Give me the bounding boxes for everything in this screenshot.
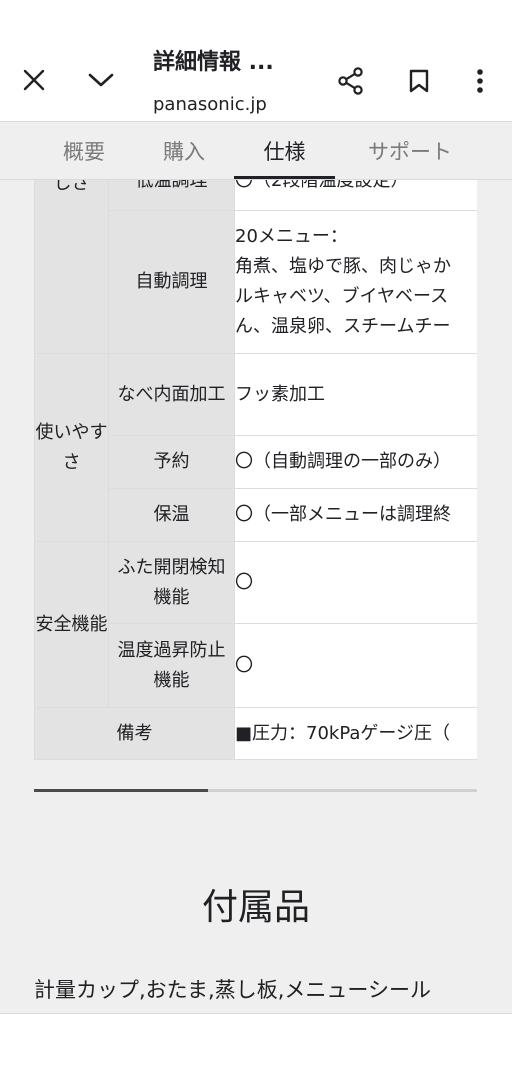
- value-cell: 〇: [234, 623, 477, 708]
- table-row: 備考 ■圧力：70kPaゲージ圧（: [34, 707, 477, 760]
- app-bar: 詳細情報 ... panasonic.jp: [0, 0, 512, 121]
- section-tabs: 概要 購入 仕様 サポート: [0, 121, 512, 180]
- spec-table: しさ 低温調理 〇（2段階温度設定） 自動調理 20メニュー： 角煮、塩ゆで豚、…: [34, 180, 477, 760]
- expand-button[interactable]: [84, 64, 118, 96]
- share-icon: [338, 67, 363, 95]
- spec-table-scroll[interactable]: しさ 低温調理 〇（2段階温度設定） 自動調理 20メニュー： 角煮、塩ゆで豚、…: [34, 180, 477, 761]
- table-row: 使いやすさ なべ内面加工 フッ素加工: [34, 353, 477, 542]
- value-cell: ■圧力：70kPaゲージ圧（: [234, 707, 477, 760]
- tab-overview[interactable]: 概要: [40, 122, 128, 180]
- chevron-down-icon: [88, 73, 114, 87]
- value-cell: フッ素加工: [234, 353, 477, 436]
- close-icon: [23, 69, 45, 91]
- accessories-heading: 付属品: [201, 887, 310, 928]
- value-cell: 20メニュー： 角煮、塩ゆで豚、肉じゃか ルキャベツ、ブイヤベース ん、温泉卵、…: [234, 210, 477, 354]
- table-scrollbar[interactable]: [34, 789, 477, 792]
- bookmark-icon: [409, 69, 429, 93]
- item-cell: 予約: [108, 435, 235, 489]
- tab-specs[interactable]: 仕様: [234, 122, 335, 180]
- value-cell: 〇: [234, 541, 477, 624]
- share-button[interactable]: [334, 64, 368, 98]
- page-footer-area: [0, 1013, 512, 1080]
- item-cell: 保温: [108, 488, 235, 542]
- item-cell: ふた開閉検知機能: [108, 541, 235, 624]
- active-tab-indicator: [234, 176, 335, 179]
- item-cell: なべ内面加工: [108, 353, 235, 436]
- value-cell: 〇（一部メニューは調理終: [234, 488, 477, 542]
- page-domain: panasonic.jp: [153, 94, 267, 115]
- category-cell: 使いやすさ: [34, 353, 109, 542]
- item-cell: 自動調理: [108, 210, 235, 354]
- tab-purchase[interactable]: 購入: [140, 122, 228, 180]
- more-options-button[interactable]: [466, 64, 494, 98]
- item-cell: 低温調理: [108, 180, 235, 211]
- table-row: しさ 低温調理 〇（2段階温度設定）: [34, 180, 477, 354]
- category-cell: 安全機能: [34, 541, 109, 708]
- item-cell: 温度過昇防止機能: [108, 623, 235, 708]
- notes-header-cell: 備考: [34, 707, 235, 760]
- category-cell: しさ: [34, 180, 109, 354]
- more-vert-icon: [477, 69, 483, 93]
- accessories-list: 計量カップ,おたま,蒸し板,メニューシール: [34, 978, 431, 1002]
- value-cell: 〇（2段階温度設定）: [234, 180, 477, 211]
- page-title: 詳細情報 ...: [153, 50, 274, 75]
- value-cell: 〇（自動調理の一部のみ）: [234, 435, 477, 489]
- table-row: 安全機能 ふた開閉検知機能 〇: [34, 541, 477, 708]
- tab-support[interactable]: サポート: [350, 122, 470, 180]
- table-scrollbar-thumb[interactable]: [34, 789, 208, 792]
- main-content: しさ 低温調理 〇（2段階温度設定） 自動調理 20メニュー： 角煮、塩ゆで豚、…: [0, 180, 512, 1013]
- bookmark-button[interactable]: [403, 64, 435, 98]
- close-button[interactable]: [18, 64, 50, 96]
